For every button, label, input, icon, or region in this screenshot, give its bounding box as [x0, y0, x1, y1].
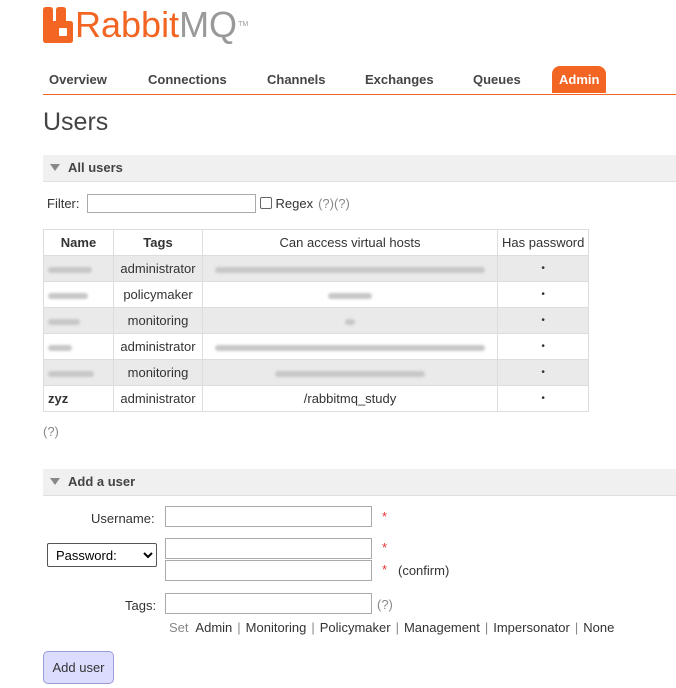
- tag-separator: |: [395, 620, 399, 635]
- redacted-vhosts: [215, 344, 485, 351]
- logo-trademark: TM: [238, 21, 249, 28]
- tag-separator: |: [574, 620, 579, 635]
- user-name-cell[interactable]: [43, 281, 114, 308]
- collapse-triangle-icon: [50, 478, 60, 486]
- main-nav: Overview Connections Channels Exchanges …: [43, 66, 676, 95]
- add-user-heading: Add a user: [68, 474, 136, 489]
- table-row: monitoring •: [43, 359, 590, 386]
- filter-label: Filter:: [47, 195, 80, 211]
- tag-separator: |: [237, 620, 241, 635]
- confirm-label: (confirm): [398, 563, 450, 578]
- column-header-vhosts: Can access virtual hosts: [202, 229, 498, 256]
- tab-admin[interactable]: Admin: [552, 66, 607, 93]
- user-name-cell[interactable]: [43, 307, 114, 334]
- redacted-name: [48, 370, 94, 377]
- all-users-toggle[interactable]: All users: [43, 155, 676, 182]
- redacted-vhosts: [215, 266, 485, 273]
- users-table: Name Tags Can access virtual hosts Has p…: [43, 229, 590, 412]
- user-vhosts-cell: [202, 359, 498, 386]
- password-confirm-input[interactable]: [165, 560, 372, 581]
- redacted-name: [48, 344, 72, 351]
- tab-connections[interactable]: Connections: [148, 66, 227, 93]
- redacted-vhosts: [328, 292, 372, 299]
- table-row: zyz administrator /rabbitmq_study •: [43, 385, 590, 412]
- users-table-header: Name Tags Can access virtual hosts Has p…: [43, 229, 590, 256]
- table-row: administrator •: [43, 255, 590, 282]
- user-tags-cell: administrator: [113, 333, 203, 360]
- logo-rabbit-text: Rabbit: [75, 4, 180, 45]
- tag-link-none[interactable]: None: [583, 620, 614, 635]
- regex-checkbox[interactable]: [259, 197, 272, 209]
- user-has-password-cell: •: [496, 385, 590, 412]
- tab-channels[interactable]: Channels: [267, 66, 326, 93]
- user-tags-cell: administrator: [113, 385, 203, 412]
- user-tags-cell: monitoring: [113, 307, 203, 334]
- page-title: Users: [43, 108, 109, 136]
- user-has-password-cell: •: [496, 281, 590, 308]
- user-vhosts-cell: /rabbitmq_study: [202, 385, 498, 412]
- collapse-triangle-icon: [50, 164, 60, 172]
- tab-exchanges[interactable]: Exchanges: [365, 66, 434, 93]
- users-help-link[interactable]: (?): [43, 424, 59, 439]
- tag-link-impersonator[interactable]: Impersonator: [493, 620, 570, 635]
- user-name-cell[interactable]: [43, 255, 114, 282]
- user-has-password-cell: •: [496, 255, 590, 282]
- filter-row: Filter: Regex (?)(?): [47, 192, 350, 214]
- password-input[interactable]: [165, 538, 372, 559]
- tab-overview[interactable]: Overview: [49, 66, 107, 93]
- column-header-has-password: Has password: [496, 229, 590, 256]
- tag-link-policymaker[interactable]: Policymaker: [320, 620, 391, 635]
- logo-mq-text: MQ: [179, 4, 238, 45]
- tags-label: Tags:: [125, 598, 157, 613]
- user-name-cell[interactable]: [43, 333, 114, 360]
- user-name-cell[interactable]: [43, 359, 114, 386]
- user-tags-cell: policymaker: [113, 281, 203, 308]
- tag-set-label: Set: [169, 620, 189, 635]
- redacted-name: [48, 292, 88, 299]
- user-has-password-cell: •: [496, 307, 590, 334]
- redacted-name: [48, 266, 92, 273]
- user-has-password-cell: •: [496, 333, 590, 360]
- filter-input[interactable]: [86, 193, 256, 213]
- password-type-select[interactable]: Password:: [47, 543, 157, 567]
- user-name-cell[interactable]: zyz: [43, 385, 114, 412]
- table-row: policymaker •: [43, 281, 590, 308]
- redacted-name: [48, 318, 80, 325]
- user-tags-cell: administrator: [113, 255, 203, 282]
- column-header-name[interactable]: Name: [43, 229, 114, 256]
- tag-link-monitoring[interactable]: Monitoring: [246, 620, 307, 635]
- tag-shortcuts: Set Admin | Monitoring | Policymaker | Managem…: [169, 620, 614, 635]
- regex-label: Regex: [275, 195, 314, 211]
- user-vhosts-cell: [202, 333, 498, 360]
- user-has-password-cell: •: [496, 359, 590, 386]
- confirm-required-mark: *: [382, 562, 388, 577]
- tab-queues[interactable]: Queues: [473, 66, 521, 93]
- tag-link-admin[interactable]: Admin: [195, 620, 232, 635]
- tags-help-link[interactable]: (?): [377, 597, 393, 612]
- username-required-mark: *: [382, 509, 388, 524]
- add-user-button[interactable]: Add user: [43, 651, 114, 684]
- user-vhosts-cell: [202, 307, 498, 334]
- user-vhosts-cell: [202, 281, 498, 308]
- username-label: Username:: [91, 511, 155, 526]
- password-required-mark: *: [382, 540, 388, 555]
- rabbitmq-logo: RabbitMQTM: [43, 5, 248, 45]
- table-row: administrator •: [43, 333, 590, 360]
- add-user-toggle[interactable]: Add a user: [43, 469, 676, 496]
- redacted-vhosts: [345, 318, 355, 325]
- table-row: monitoring •: [43, 307, 590, 334]
- tag-separator: |: [311, 620, 315, 635]
- rabbit-logo-icon: [43, 7, 73, 43]
- tag-separator: |: [484, 620, 489, 635]
- column-header-tags[interactable]: Tags: [113, 229, 203, 256]
- tag-link-management[interactable]: Management: [404, 620, 480, 635]
- username-input[interactable]: [165, 506, 372, 527]
- user-tags-cell: monitoring: [113, 359, 203, 386]
- redacted-vhosts: [275, 370, 425, 377]
- user-vhosts-cell: [202, 255, 498, 282]
- all-users-heading: All users: [68, 160, 123, 175]
- regex-help-link[interactable]: (?)(?): [318, 196, 350, 211]
- tags-input[interactable]: [165, 593, 372, 614]
